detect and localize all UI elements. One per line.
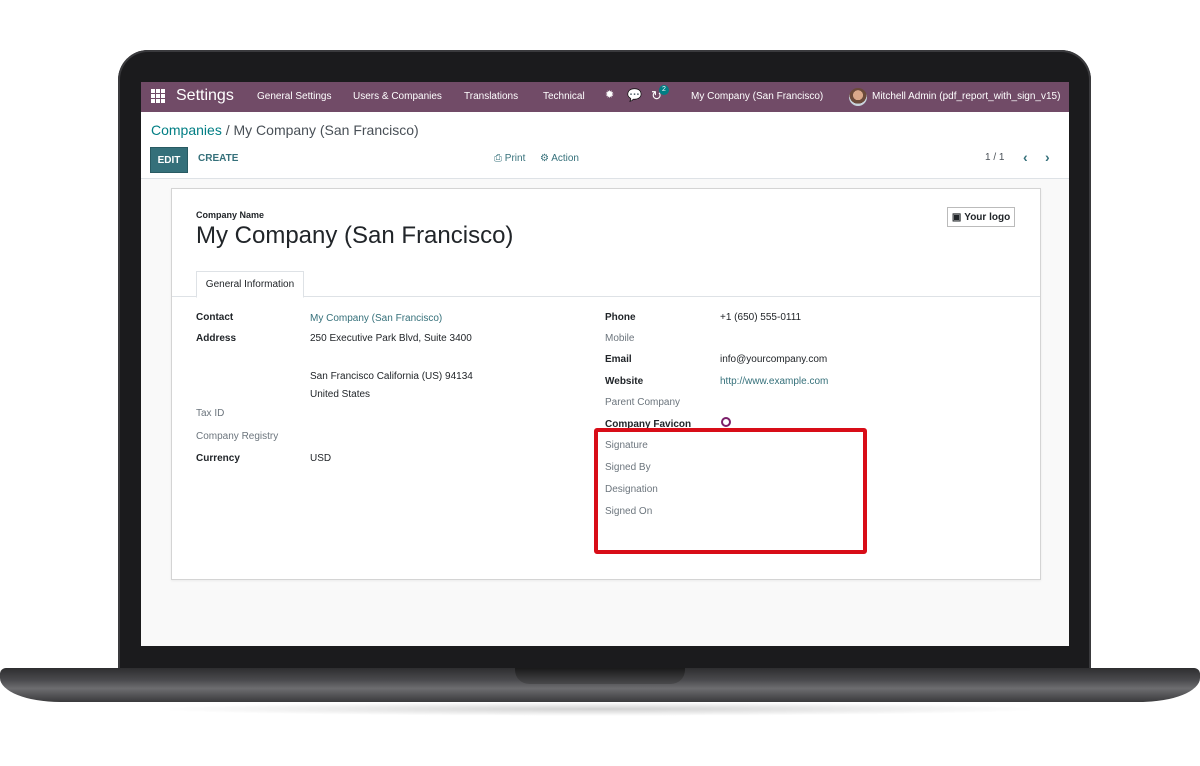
action-button[interactable]: ⚙ Action [540, 153, 579, 164]
chevron-right-icon[interactable]: › [1045, 149, 1050, 165]
menu-translations[interactable]: Translations [464, 91, 518, 102]
print-button[interactable]: ⎙ Print [494, 153, 525, 164]
phone-value: +1 (650) 555-0111 [720, 312, 802, 323]
company-registry-label: Company Registry [196, 431, 279, 442]
menu-general-settings[interactable]: General Settings [257, 91, 332, 102]
tab-general-information[interactable]: General Information [196, 271, 304, 298]
contact-label: Contact [196, 312, 234, 323]
app-title[interactable]: Settings [176, 87, 234, 105]
debug-bug-icon[interactable]: ✹ [605, 88, 614, 101]
pager-value[interactable]: 1 / 1 [985, 152, 1004, 163]
contact-link[interactable]: My Company (San Francisco) [310, 313, 442, 324]
mobile-label: Mobile [605, 333, 635, 344]
screen: Settings General Settings Users & Compan… [141, 82, 1069, 646]
user-avatar[interactable] [849, 88, 867, 106]
menu-technical[interactable]: Technical [543, 91, 585, 102]
breadcrumb: Companies / My Company (San Francisco) [151, 122, 419, 138]
create-button[interactable]: CREATE [198, 153, 238, 164]
website-label: Website [605, 376, 644, 387]
favicon-image[interactable] [721, 417, 731, 427]
breadcrumb-current: My Company (San Francisco) [233, 122, 419, 138]
breadcrumb-separator: / [221, 122, 234, 138]
print-icon: ⎙ [494, 153, 502, 164]
print-label: Print [504, 153, 526, 164]
address-street: 250 Executive Park Blvd, Suite 3400 [310, 333, 472, 344]
activity-badge: 2 [659, 85, 669, 95]
currency-label: Currency [196, 453, 240, 464]
address-city-line: San Francisco California (US) 94134 [310, 371, 473, 382]
logo-button[interactable]: ▣ Your logo [947, 207, 1015, 227]
breadcrumb-companies[interactable]: Companies [151, 122, 222, 138]
laptop-shadow [150, 702, 1050, 716]
company-switcher[interactable]: My Company (San Francisco) [691, 91, 823, 102]
top-navbar: Settings General Settings Users & Compan… [141, 82, 1069, 112]
chevron-left-icon[interactable]: ‹ [1023, 149, 1028, 165]
logo-button-label: Your logo [964, 211, 1011, 223]
address-label: Address [196, 333, 237, 344]
phone-label: Phone [605, 312, 636, 323]
chat-icon[interactable]: 💬 [627, 88, 642, 102]
company-name-title[interactable]: My Company (San Francisco) [196, 222, 513, 250]
company-name-label: Company Name [196, 210, 265, 220]
apps-menu-icon[interactable] [151, 89, 165, 103]
control-panel: Companies / My Company (San Francisco) E… [141, 112, 1069, 179]
gear-icon: ⚙ [540, 153, 549, 164]
laptop-notch [515, 668, 685, 684]
website-link[interactable]: http://www.example.com [720, 376, 828, 387]
email-value: info@yourcompany.com [720, 354, 828, 365]
user-menu[interactable]: Mitchell Admin (pdf_report_with_sign_v15… [872, 91, 1060, 102]
edit-button[interactable]: EDIT [150, 147, 188, 173]
parent-company-label: Parent Company [605, 397, 681, 408]
currency-value: USD [310, 453, 332, 464]
action-label: Action [551, 153, 579, 164]
address-country: United States [310, 389, 371, 400]
menu-users-companies[interactable]: Users & Companies [353, 91, 442, 102]
tax-id-label: Tax ID [196, 408, 225, 419]
email-label: Email [605, 354, 632, 365]
signature-fields-highlight [594, 428, 867, 554]
image-icon: ▣ [951, 211, 962, 223]
